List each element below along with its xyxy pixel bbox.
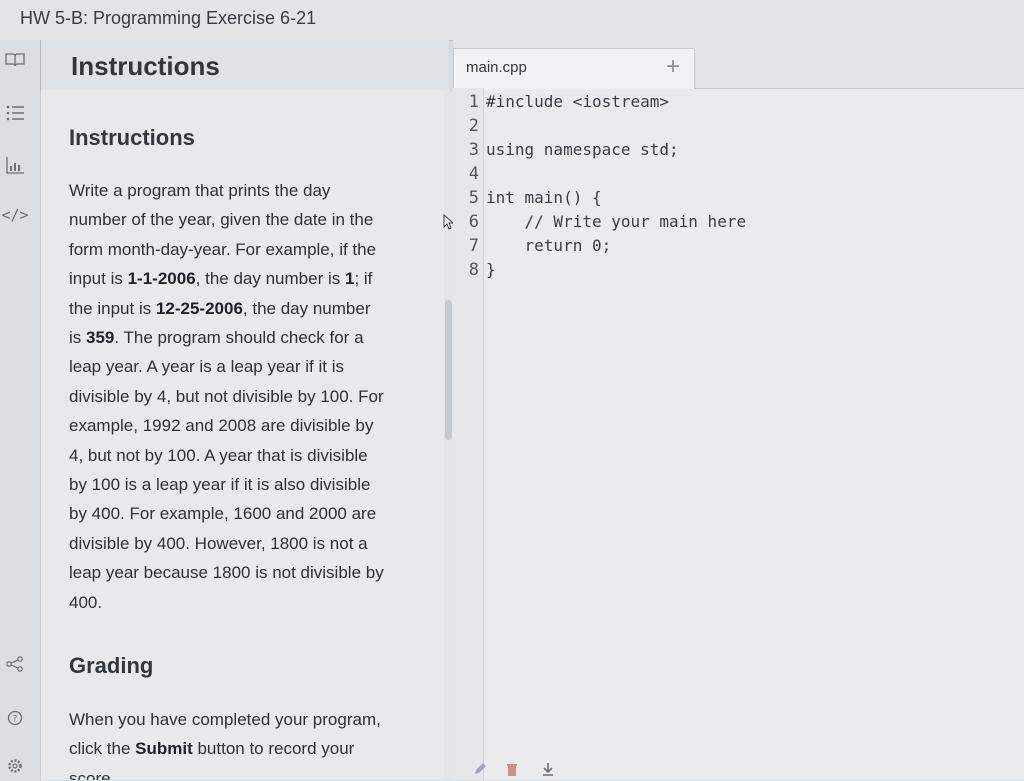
instructions-line: input is 1-1-2006, the day number is 1; …	[69, 269, 373, 289]
help-icon[interactable]: ?	[0, 710, 30, 726]
line-number: 8	[468, 260, 479, 280]
instructions-line: divisible by 400. However, 1800 is not a	[69, 533, 368, 553]
instructions-line: divisible by 4, but not divisible by 100…	[69, 386, 384, 406]
tab-label: main.cpp	[466, 59, 527, 76]
tab-main-cpp[interactable]: main.cpp +	[453, 48, 695, 89]
instructions-line: by 100 is a leap year if it is also divi…	[69, 475, 371, 495]
instructions-scrollbar-thumb[interactable]	[445, 300, 452, 440]
share-icon[interactable]	[0, 656, 30, 672]
svg-text:?: ?	[13, 715, 18, 725]
instructions-body: Write a program that prints the day numb…	[69, 176, 419, 617]
instructions-line: leap year because 1800 is not divisible …	[69, 563, 384, 583]
list-icon[interactable]	[0, 104, 30, 122]
code-text[interactable]: #include <iostream>	[486, 92, 669, 111]
editor-tab-bar: main.cpp +	[453, 40, 1024, 89]
line-number: 1	[468, 92, 479, 112]
code-text[interactable]: int main() {	[486, 188, 602, 207]
gear-icon[interactable]	[0, 758, 30, 774]
instructions-line: by 400. For example, 1600 and 2000 are	[69, 504, 377, 524]
code-editor: main.cpp + 1 #include <iostream> 2 3 usi…	[443, 40, 1024, 780]
grading-line: When you have completed your program,	[69, 710, 381, 729]
code-text[interactable]: }	[486, 260, 496, 279]
grading-body: When you have completed your program, cl…	[69, 705, 419, 780]
line-number: 3	[468, 140, 479, 160]
title-bar: HW 5-B: Programming Exercise 6-21	[0, 0, 1024, 41]
line-number: 6	[468, 212, 479, 232]
instructions-section-title: Instructions	[69, 125, 195, 150]
instructions-line: leap year. A year is a leap year if it i…	[69, 357, 344, 377]
line-number: 4	[468, 164, 479, 184]
instructions-line: 400.	[69, 592, 103, 612]
code-text[interactable]: return 0;	[486, 236, 612, 255]
sidebar-rail: </> ?	[0, 40, 40, 780]
grading-title: Grading	[69, 653, 154, 678]
instructions-line: form month-day-year. For example, if the	[69, 239, 377, 259]
instructions-line: number of the year, given the date in th…	[69, 210, 374, 230]
add-file-button[interactable]: +	[666, 53, 680, 81]
grading-line: score.	[69, 768, 116, 780]
trash-icon[interactable]	[505, 762, 519, 781]
window-title: HW 5-B: Programming Exercise 6-21	[20, 8, 317, 28]
instructions-line: Write a program that prints the day	[69, 181, 331, 200]
instructions-header-title: Instructions	[71, 51, 220, 81]
pencil-icon[interactable]	[473, 762, 487, 781]
instructions-line: is 359. The program should check for a	[69, 328, 364, 348]
line-number: 5	[468, 188, 479, 208]
editor-bottom-toolbar	[453, 760, 1024, 780]
mouse-cursor-icon	[443, 213, 455, 235]
line-number: 7	[468, 236, 479, 256]
instructions-line: 4, but not by 100. A year that is divisi…	[69, 445, 368, 465]
code-icon[interactable]: </>	[0, 206, 30, 224]
grading-line: click the Submit button to record your	[69, 739, 355, 759]
instructions-header: Instructions	[40, 40, 449, 90]
code-area[interactable]: 1 #include <iostream> 2 3 using namespac…	[443, 88, 1024, 780]
chart-icon[interactable]	[0, 156, 30, 174]
line-number: 2	[468, 116, 479, 136]
download-icon[interactable]	[541, 762, 555, 781]
code-text[interactable]: using namespace std;	[486, 140, 679, 159]
code-text[interactable]: // Write your main here	[486, 212, 747, 231]
book-icon[interactable]	[0, 52, 30, 68]
instructions-panel[interactable]: Instructions Write a program that prints…	[40, 90, 449, 780]
instructions-line: the input is 12-25-2006, the day number	[69, 298, 371, 318]
instructions-line: example, 1992 and 2008 are divisible by	[69, 416, 374, 436]
